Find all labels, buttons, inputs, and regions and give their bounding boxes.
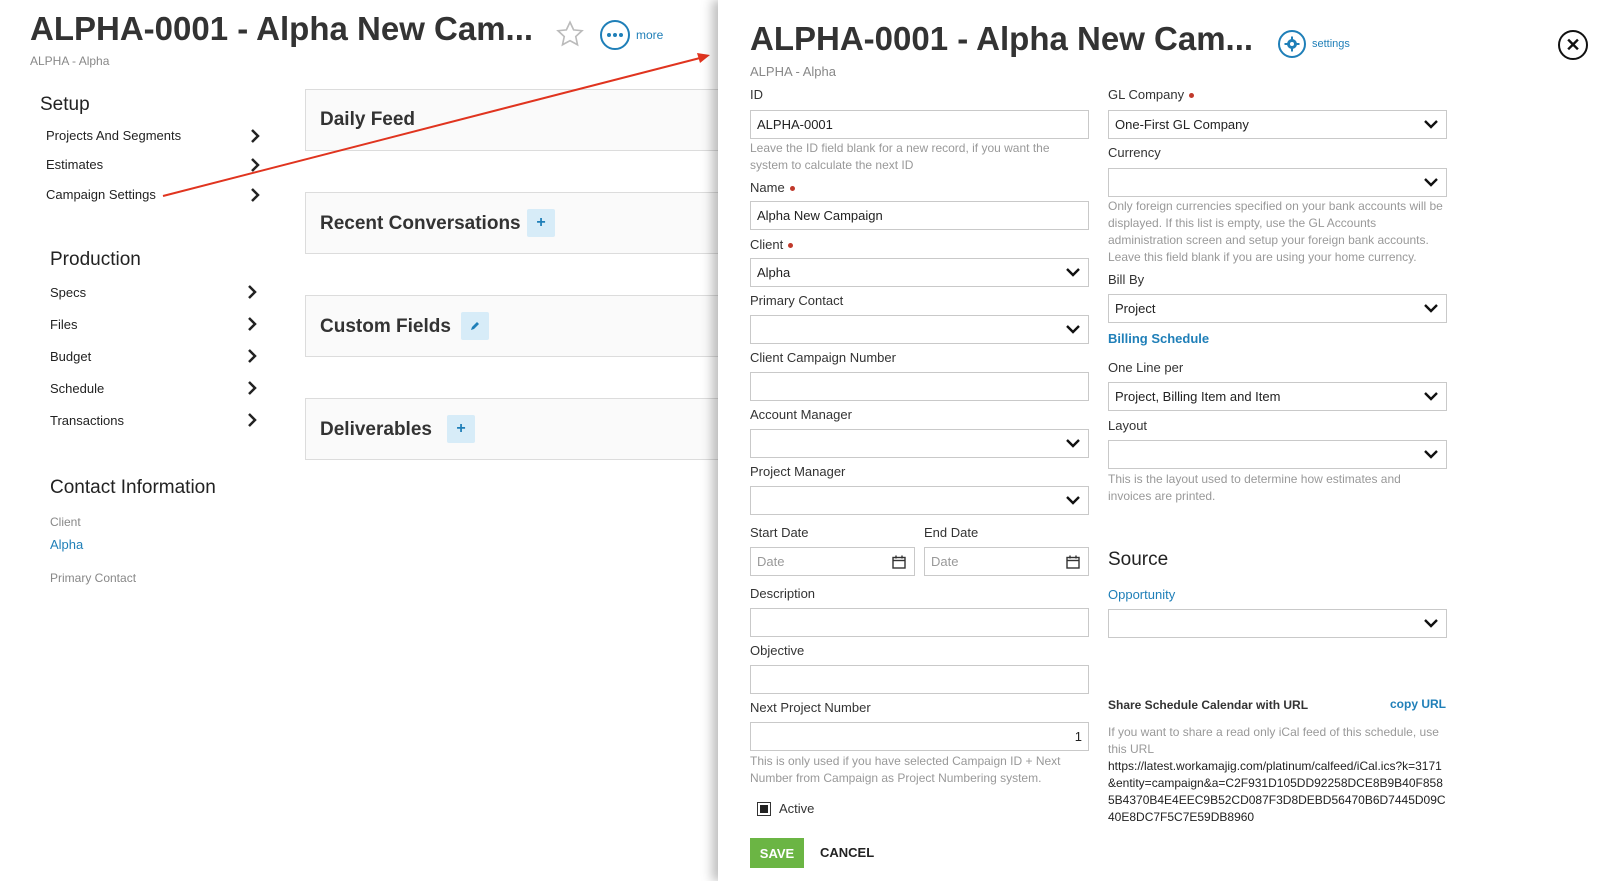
account-manager-label: Account Manager [750, 407, 852, 422]
currency-label: Currency [1108, 145, 1161, 160]
chevron-down-icon [1424, 450, 1438, 459]
source-heading: Source [1108, 549, 1169, 570]
client-label-text: Client [750, 237, 784, 252]
save-button[interactable]: SAVE [750, 838, 804, 868]
id-label: ID [750, 87, 763, 102]
chevron-down-icon [1066, 268, 1080, 277]
one-line-per-label: One Line per [1108, 360, 1184, 375]
name-field[interactable]: Alpha New Campaign [750, 201, 1089, 230]
settings-link[interactable]: settings [1312, 38, 1350, 50]
campaign-settings-panel: ALPHA-0001 - Alpha New Cam... ALPHA - Al… [718, 0, 1608, 881]
chevron-down-icon [1066, 325, 1080, 334]
panel-title: ALPHA-0001 - Alpha New Cam... [750, 20, 1254, 57]
objective-field[interactable] [750, 665, 1089, 694]
close-button[interactable]: ✕ [1558, 30, 1588, 60]
primary-contact-select[interactable] [750, 315, 1089, 344]
primary-contact-label: Primary Contact [750, 293, 844, 308]
active-label: Active [779, 801, 815, 816]
end-date-label: End Date [924, 525, 979, 540]
name-label-text: Name [750, 180, 785, 195]
cancel-button[interactable]: CANCEL [820, 845, 874, 860]
next-project-number-value: 1 [1074, 729, 1082, 744]
bill-by-label: Bill By [1108, 272, 1145, 287]
panel-subtitle: ALPHA - Alpha [750, 64, 836, 79]
chevron-down-icon [1066, 496, 1080, 505]
currency-help: Only foreign currencies specified on you… [1108, 199, 1443, 264]
required-icon [1189, 93, 1195, 99]
client-campaign-number-label: Client Campaign Number [750, 350, 896, 365]
client-value: Alpha [757, 265, 791, 280]
project-manager-label: Project Manager [750, 464, 846, 479]
id-help: Leave the ID field blank for a new recor… [750, 141, 1050, 172]
client-label: Client [750, 237, 794, 252]
bill-by-select[interactable]: Project [1108, 294, 1447, 323]
checkbox-fill [760, 805, 768, 813]
next-project-number-field[interactable]: 1 [750, 722, 1089, 751]
chevron-down-icon [1424, 392, 1438, 401]
share-calendar-url[interactable]: https://latest.workamajig.com/platinum/c… [1108, 758, 1448, 826]
description-field[interactable] [750, 608, 1089, 637]
currency-select[interactable] [1108, 168, 1447, 197]
settings-button[interactable] [1278, 30, 1306, 58]
bill-by-value: Project [1115, 301, 1156, 316]
start-date-placeholder: Date [757, 554, 785, 569]
description-label: Description [750, 586, 816, 601]
annotation-arrow [162, 53, 710, 197]
gl-company-select[interactable]: One-First GL Company [1108, 110, 1447, 139]
chevron-down-icon [1424, 120, 1438, 129]
layout-select[interactable] [1108, 440, 1447, 469]
project-manager-select[interactable] [750, 486, 1089, 515]
required-icon [789, 186, 795, 192]
name-label: Name [750, 180, 795, 195]
one-line-per-value: Project, Billing Item and Item [1115, 389, 1281, 404]
opportunity-link[interactable]: Opportunity [1108, 587, 1175, 602]
opportunity-select[interactable] [1108, 609, 1447, 638]
start-date-label: Start Date [750, 525, 809, 540]
layout-label: Layout [1108, 418, 1148, 433]
start-date-field[interactable]: Date [750, 547, 915, 576]
id-field[interactable]: ALPHA-0001 [750, 110, 1089, 139]
objective-label: Objective [750, 643, 805, 658]
close-icon: ✕ [1565, 34, 1581, 55]
end-date-field[interactable]: Date [924, 547, 1089, 576]
calendar-icon[interactable] [1066, 555, 1080, 569]
id-value: ALPHA-0001 [757, 117, 833, 132]
client-select[interactable]: Alpha [750, 258, 1089, 287]
one-line-per-select[interactable]: Project, Billing Item and Item [1108, 382, 1447, 411]
chevron-down-icon [1424, 619, 1438, 628]
name-value: Alpha New Campaign [757, 208, 883, 223]
gear-icon [1284, 36, 1300, 52]
client-campaign-number-field[interactable] [750, 372, 1089, 401]
next-project-help: This is only used if you have selected C… [750, 754, 1061, 785]
account-manager-select[interactable] [750, 429, 1089, 458]
active-checkbox[interactable] [757, 802, 771, 816]
share-calendar-label: Share Schedule Calendar with URL [1108, 698, 1309, 712]
gl-company-label: GL Company [1108, 87, 1195, 102]
billing-schedule-link[interactable]: Billing Schedule [1108, 331, 1209, 346]
gl-company-value: One-First GL Company [1115, 117, 1249, 132]
end-date-placeholder: Date [931, 554, 959, 569]
chevron-down-icon [1424, 304, 1438, 313]
share-calendar-help: If you want to share a read only iCal fe… [1108, 725, 1439, 756]
required-icon [788, 243, 794, 249]
layout-help: This is the layout used to determine how… [1108, 472, 1401, 503]
calendar-icon[interactable] [892, 555, 906, 569]
next-project-number-label: Next Project Number [750, 700, 871, 715]
chevron-down-icon [1424, 178, 1438, 187]
copy-url-link[interactable]: copy URL [1390, 697, 1446, 711]
gl-company-label-text: GL Company [1108, 87, 1185, 102]
chevron-down-icon [1066, 439, 1080, 448]
